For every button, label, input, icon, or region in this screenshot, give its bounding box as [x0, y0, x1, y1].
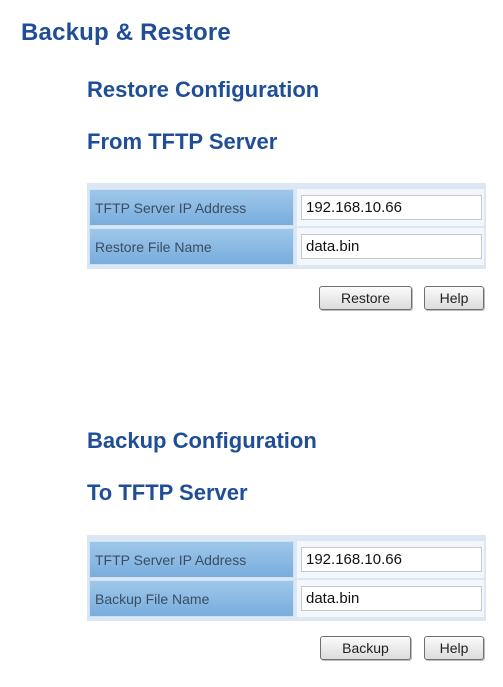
backup-file-label: Backup File Name: [95, 591, 210, 607]
backup-ip-row: TFTP Server IP Address: [89, 541, 484, 578]
restore-ip-row: TFTP Server IP Address: [89, 189, 484, 226]
restore-ip-input-cell: [297, 189, 484, 226]
restore-ip-label-cell: TFTP Server IP Address: [89, 189, 294, 226]
backup-ip-label-cell: TFTP Server IP Address: [89, 541, 294, 578]
backup-ip-input-cell: [297, 541, 484, 578]
restore-button[interactable]: Restore: [319, 286, 412, 310]
backup-file-row: Backup File Name: [89, 580, 484, 617]
restore-file-input-cell: [297, 228, 484, 265]
restore-file-row: Restore File Name: [89, 228, 484, 265]
restore-subheading: From TFTP Server: [87, 129, 278, 154]
backup-ip-input[interactable]: [301, 547, 482, 572]
backup-heading: Backup Configuration: [87, 428, 317, 453]
backup-help-button[interactable]: Help: [424, 636, 484, 660]
backup-subheading: To TFTP Server: [87, 480, 248, 505]
backup-form-table: TFTP Server IP Address Backup File Name: [87, 535, 486, 621]
backup-button[interactable]: Backup: [320, 636, 411, 660]
restore-form-table: TFTP Server IP Address Restore File Name: [87, 183, 486, 269]
restore-ip-input[interactable]: [301, 195, 482, 220]
restore-heading: Restore Configuration: [87, 77, 320, 102]
restore-file-label-cell: Restore File Name: [89, 228, 294, 265]
restore-file-input[interactable]: [301, 234, 482, 259]
backup-file-label-cell: Backup File Name: [89, 580, 294, 617]
backup-file-input[interactable]: [301, 586, 482, 611]
backup-restore-page: Backup & Restore Restore Configuration F…: [0, 0, 503, 687]
restore-ip-label: TFTP Server IP Address: [95, 200, 247, 216]
restore-help-button[interactable]: Help: [424, 286, 484, 310]
backup-file-input-cell: [297, 580, 484, 617]
page-title: Backup & Restore: [21, 19, 231, 46]
backup-ip-label: TFTP Server IP Address: [95, 552, 247, 568]
restore-file-label: Restore File Name: [95, 239, 212, 255]
